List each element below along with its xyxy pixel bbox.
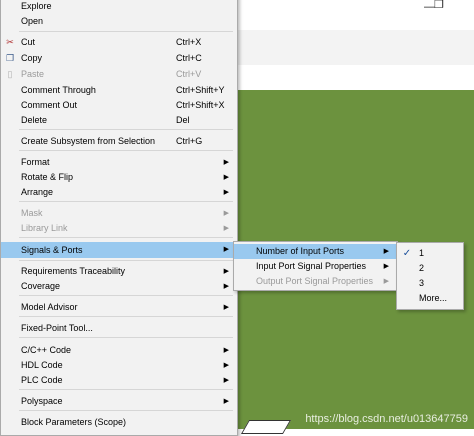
menu-item-number-of-input-ports[interactable]: Number of Input Ports ▶ [234,244,397,259]
menu-item-comment-through[interactable]: Comment Through Ctrl+Shift+Y [1,83,237,98]
submenu-arrow-icon: ▶ [383,263,389,270]
menu-item-paste: ▯ Paste Ctrl+V [1,67,237,82]
submenu-arrow-icon: ▶ [223,398,229,405]
number-of-ports-submenu: ✓ 1 2 3 More... [396,242,464,310]
menu-separator [19,260,233,261]
checkmark-icon: ✓ [402,248,412,259]
submenu-arrow-icon: ▶ [223,174,229,181]
menu-item-port-count-3[interactable]: 3 [397,276,463,291]
menu-item-polyspace[interactable]: Polyspace ▶ [1,394,237,409]
submenu-arrow-icon: ▶ [223,304,229,311]
maximize-icon[interactable]: ❐ [434,0,444,11]
paste-icon: ▯ [7,69,13,79]
submenu-arrow-icon: ▶ [223,159,229,166]
submenu-arrow-icon: ▶ [223,268,229,275]
menu-separator [19,237,233,238]
submenu-arrow-icon: ▶ [383,248,389,255]
menu-item-rotate-flip[interactable]: Rotate & Flip ▶ [1,170,237,185]
submenu-arrow-icon: ▶ [223,283,229,290]
submenu-arrow-icon: ▶ [383,278,389,285]
menu-item-input-port-signal-properties[interactable]: Input Port Signal Properties ▶ [234,259,397,274]
menu-item-port-count-1[interactable]: ✓ 1 [397,246,463,261]
menu-item-open[interactable]: Open [1,14,237,29]
menu-item-model-advisor[interactable]: Model Advisor ▶ [1,300,237,315]
submenu-arrow-icon: ▶ [223,189,229,196]
menu-separator [19,410,233,411]
submenu-arrow-icon: ▶ [223,210,229,217]
menu-separator [19,337,233,338]
menu-separator [19,389,233,390]
menu-item-cut[interactable]: ✂ Cut Ctrl+X [1,35,237,50]
menu-separator [19,129,233,130]
menu-item-create-subsystem[interactable]: Create Subsystem from Selection Ctrl+G [1,134,237,149]
submenu-arrow-icon: ▶ [223,225,229,232]
submenu-arrow-icon: ▶ [223,362,229,369]
menu-item-library-link: Library Link ▶ [1,221,237,236]
menu-item-plc-code[interactable]: PLC Code ▶ [1,373,237,388]
watermark: https://blog.csdn.net/u013647759 [305,413,468,425]
menu-item-requirements-traceability[interactable]: Requirements Traceability ▶ [1,264,237,279]
submenu-arrow-icon: ▶ [223,246,229,253]
menu-item-arrange[interactable]: Arrange ▶ [1,185,237,200]
menu-item-block-parameters[interactable]: Block Parameters (Scope) [1,415,237,430]
menu-item-c-cpp-code[interactable]: C/C++ Code ▶ [1,343,237,358]
menu-item-format[interactable]: Format ▶ [1,155,237,170]
menu-item-coverage[interactable]: Coverage ▶ [1,279,237,294]
scissors-icon: ✂ [6,37,14,47]
menu-item-fixed-point-tool[interactable]: Fixed-Point Tool... [1,321,237,336]
menu-item-hdl-code[interactable]: HDL Code ▶ [1,358,237,373]
menu-separator [19,31,233,32]
menu-item-delete[interactable]: Delete Del [1,113,237,128]
context-menu: Explore Open ✂ Cut Ctrl+X ❐ Copy Ctrl+C ▯ Pas… [0,0,238,436]
menu-separator [19,316,233,317]
menu-item-explore[interactable]: Explore [1,0,237,14]
menu-item-port-count-more[interactable]: More... [397,291,463,306]
menu-item-port-count-2[interactable]: 2 [397,261,463,276]
menu-item-signals-ports[interactable]: Signals & Ports ▶ [1,242,237,258]
menu-separator [19,201,233,202]
scope-block[interactable] [240,420,292,434]
submenu-arrow-icon: ▶ [223,377,229,384]
signals-ports-submenu: Number of Input Ports ▶ Input Port Signal… [233,241,398,291]
copy-icon: ❐ [5,53,15,63]
menu-separator [19,295,233,296]
menu-item-comment-out[interactable]: Comment Out Ctrl+Shift+X [1,98,237,113]
menu-separator [19,150,233,151]
menu-item-output-port-signal-properties: Output Port Signal Properties ▶ [234,274,397,289]
menu-item-mask: Mask ▶ [1,206,237,221]
submenu-arrow-icon: ▶ [223,347,229,354]
menu-item-copy[interactable]: ❐ Copy Ctrl+C [1,51,237,66]
